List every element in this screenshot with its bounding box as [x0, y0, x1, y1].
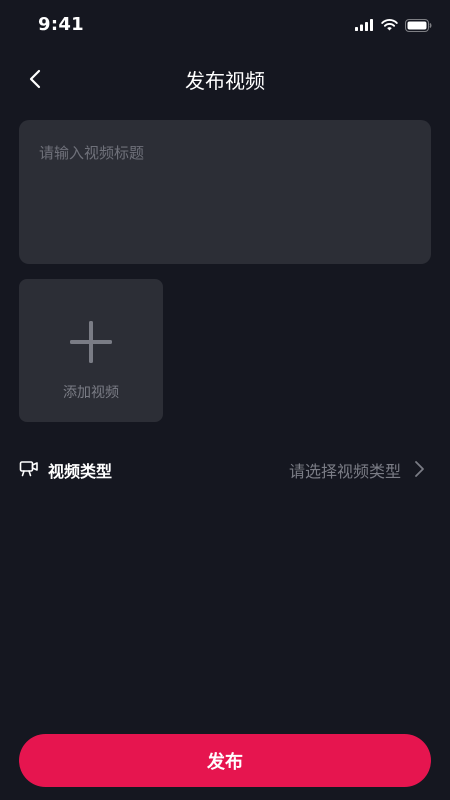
add-video-label: 添加视频 — [63, 385, 119, 401]
add-video-button[interactable]: 添加视频 — [19, 279, 163, 422]
camera-icon — [19, 461, 38, 477]
status-icons — [355, 16, 432, 34]
video-type-label: 视频类型 — [48, 462, 113, 481]
page-title: 发布视频 — [185, 69, 265, 93]
publish-button[interactable]: 发布 — [19, 734, 431, 787]
plus-icon — [70, 321, 112, 363]
video-type-value: 请选择视频类型 — [288, 462, 401, 481]
status-bar: 9:41 — [0, 0, 450, 50]
status-time: 9:41 — [38, 14, 84, 35]
wifi-icon — [381, 19, 398, 31]
nav-bar: 发布视频 — [0, 56, 450, 102]
video-type-selector[interactable]: 视频类型 请选择视频类型 — [19, 452, 431, 486]
chevron-right-icon — [415, 461, 424, 477]
battery-icon — [405, 18, 432, 32]
video-title-input[interactable] — [19, 120, 431, 264]
title-input-box — [19, 120, 431, 264]
signal-icon — [355, 19, 373, 31]
